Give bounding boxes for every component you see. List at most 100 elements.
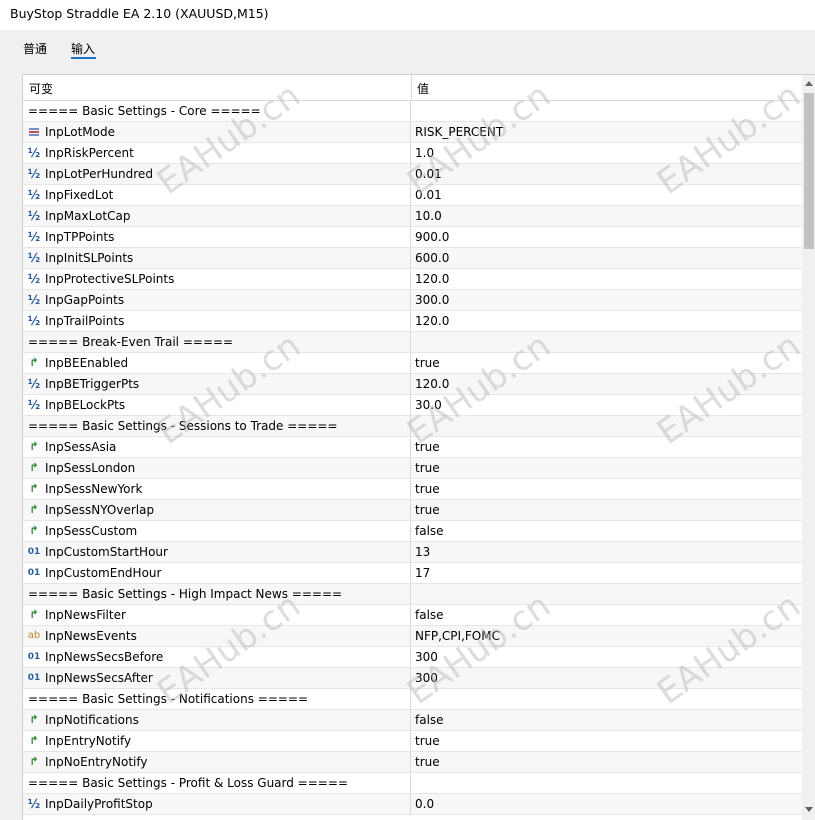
parameter-row[interactable]: ½ InpTPPoints 900.0 <box>23 227 802 248</box>
parameter-value[interactable]: true <box>415 755 440 769</box>
parameter-row[interactable]: ½ InpMaxLotCap 10.0 <box>23 206 802 227</box>
parameter-value[interactable]: true <box>415 440 440 454</box>
parameter-value[interactable]: 1.0 <box>415 146 434 160</box>
section-row[interactable]: ===== Basic Settings - Profit & Loss Gua… <box>23 773 802 794</box>
parameter-name-cell: ↱ InpSessCustom <box>23 521 411 541</box>
section-label: ===== Basic Settings - Sessions to Trade… <box>28 419 338 433</box>
parameter-value[interactable]: 120.0 <box>415 314 449 328</box>
parameter-name: InpTPPoints <box>45 230 115 244</box>
window-titlebar: BuyStop Straddle EA 2.10 (XAUUSD,M15) <box>0 0 815 30</box>
scrollbar-thumb[interactable] <box>804 93 814 249</box>
parameter-value[interactable]: RISK_PERCENT <box>415 125 503 139</box>
parameter-value[interactable]: true <box>415 461 440 475</box>
parameter-name-cell: 01 InpNewsSecsBefore <box>23 647 411 667</box>
parameter-name-cell: ↱ InpNotifications <box>23 710 411 730</box>
parameter-value[interactable]: 10.0 <box>415 209 442 223</box>
parameter-value[interactable]: true <box>415 356 440 370</box>
parameter-row[interactable]: ½ InpRiskPercent 1.0 <box>23 143 802 164</box>
section-label: ===== Basic Settings - Notifications ===… <box>28 692 309 706</box>
parameter-value[interactable]: true <box>415 734 440 748</box>
parameter-name-cell: ½ InpMaxLotCap <box>23 206 411 226</box>
parameter-row[interactable]: InpLotMode RISK_PERCENT <box>23 122 802 143</box>
column-header-value[interactable]: 值 <box>417 80 429 97</box>
parameter-row[interactable]: ↱ InpSessNYOverlap true <box>23 500 802 521</box>
parameter-row[interactable]: ½ InpLotPerHundred 0.01 <box>23 164 802 185</box>
parameter-name-cell: ½ InpGapPoints <box>23 290 411 310</box>
vertical-scrollbar[interactable] <box>802 75 815 820</box>
parameter-value[interactable]: 0.0 <box>415 797 434 811</box>
parameter-row[interactable]: ↱ InpSessNewYork true <box>23 479 802 500</box>
fraction-icon: ½ <box>27 398 41 412</box>
tab-inputs[interactable]: 输入 <box>71 40 95 57</box>
column-divider[interactable] <box>411 75 412 101</box>
parameter-row[interactable]: 01 InpCustomEndHour 17 <box>23 563 802 584</box>
section-label: ===== Basic Settings - Profit & Loss Gua… <box>28 776 348 790</box>
parameter-row[interactable]: ↱ InpBEEnabled true <box>23 353 802 374</box>
tab-general[interactable]: 普通 <box>23 40 47 57</box>
section-row[interactable]: ===== Basic Settings - High Impact News … <box>23 584 802 605</box>
flag-icon: ↱ <box>29 482 39 495</box>
scroll-up-arrow-icon[interactable] <box>805 81 813 86</box>
flag-icon: ↱ <box>29 755 39 768</box>
parameter-name-cell: 01 InpCustomEndHour <box>23 563 411 583</box>
parameter-row[interactable]: ↱ InpSessCustom false <box>23 521 802 542</box>
parameter-name: InpProtectiveSLPoints <box>45 272 175 286</box>
parameter-value[interactable]: true <box>415 482 440 496</box>
scroll-down-arrow-icon[interactable] <box>805 807 813 812</box>
parameter-name-cell: ½ InpInitSLPoints <box>23 248 411 268</box>
parameter-name-cell: ½ InpBETriggerPts <box>23 374 411 394</box>
fraction-icon: ½ <box>27 167 41 181</box>
parameter-name: InpNotifications <box>45 713 139 727</box>
parameter-value[interactable]: false <box>415 524 444 538</box>
parameter-value[interactable]: 13 <box>415 545 430 559</box>
section-row[interactable]: ===== Basic Settings - Core ===== <box>23 101 802 122</box>
parameter-value[interactable]: 300 <box>415 650 438 664</box>
section-label: ===== Basic Settings - Core ===== <box>28 104 261 118</box>
column-header-variable[interactable]: 可变 <box>29 80 53 97</box>
parameter-name: InpBEEnabled <box>45 356 129 370</box>
parameter-value[interactable]: 17 <box>415 566 430 580</box>
section-row[interactable]: ===== Break-Even Trail ===== <box>23 332 802 353</box>
parameter-row[interactable]: ½ InpBETriggerPts 120.0 <box>23 374 802 395</box>
parameter-value[interactable]: 0.01 <box>415 167 442 181</box>
parameter-value[interactable]: true <box>415 503 440 517</box>
parameter-row[interactable]: ↱ InpSessLondon true <box>23 458 802 479</box>
parameter-value[interactable]: 0.01 <box>415 188 442 202</box>
parameter-name-cell: ½ InpLotPerHundred <box>23 164 411 184</box>
parameter-value[interactable]: 300.0 <box>415 293 449 307</box>
parameter-row[interactable]: ½ InpFixedLot 0.01 <box>23 185 802 206</box>
parameter-row[interactable]: ½ InpBELockPts 30.0 <box>23 395 802 416</box>
parameter-name-cell: ↱ InpEntryNotify <box>23 731 411 751</box>
flag-icon: ↱ <box>29 608 39 621</box>
parameter-row[interactable]: 01 InpNewsSecsBefore 300 <box>23 647 802 668</box>
parameter-name-cell: ===== Basic Settings - High Impact News … <box>23 584 411 604</box>
parameter-row[interactable]: ↱ InpNoEntryNotify true <box>23 752 802 773</box>
parameter-name-cell: ab InpNewsEvents <box>23 626 411 646</box>
parameter-row[interactable]: ab InpNewsEvents NFP,CPI,FOMC <box>23 626 802 647</box>
parameter-name: InpCustomEndHour <box>45 566 162 580</box>
parameter-row[interactable]: ↱ InpSessAsia true <box>23 437 802 458</box>
parameter-row[interactable]: ½ InpInitSLPoints 600.0 <box>23 248 802 269</box>
parameter-value[interactable]: 30.0 <box>415 398 442 412</box>
parameter-value[interactable]: NFP,CPI,FOMC <box>415 629 500 643</box>
section-label: ===== Basic Settings - High Impact News … <box>28 587 343 601</box>
parameter-row[interactable]: ½ InpTrailPoints 120.0 <box>23 311 802 332</box>
parameter-row[interactable]: ½ InpGapPoints 300.0 <box>23 290 802 311</box>
parameter-row[interactable]: 01 InpCustomStartHour 13 <box>23 542 802 563</box>
parameter-row[interactable]: ↱ InpNewsFilter false <box>23 605 802 626</box>
parameter-row[interactable]: ½ InpProtectiveSLPoints 120.0 <box>23 269 802 290</box>
parameter-row[interactable]: 01 InpNewsSecsAfter 300 <box>23 668 802 689</box>
section-row[interactable]: ===== Basic Settings - Notifications ===… <box>23 689 802 710</box>
parameter-row[interactable]: ↱ InpNotifications false <box>23 710 802 731</box>
parameter-row[interactable]: ↱ InpEntryNotify true <box>23 731 802 752</box>
parameter-value[interactable]: 120.0 <box>415 377 449 391</box>
parameter-value[interactable]: 600.0 <box>415 251 449 265</box>
parameter-value[interactable]: false <box>415 608 444 622</box>
parameter-value[interactable]: 300 <box>415 671 438 685</box>
parameter-value[interactable]: 120.0 <box>415 272 449 286</box>
parameter-name-cell: 01 InpNewsSecsAfter <box>23 668 411 688</box>
parameter-value[interactable]: 900.0 <box>415 230 449 244</box>
parameter-value[interactable]: false <box>415 713 444 727</box>
parameter-row[interactable]: ½ InpDailyProfitStop 0.0 <box>23 794 802 815</box>
section-row[interactable]: ===== Basic Settings - Sessions to Trade… <box>23 416 802 437</box>
